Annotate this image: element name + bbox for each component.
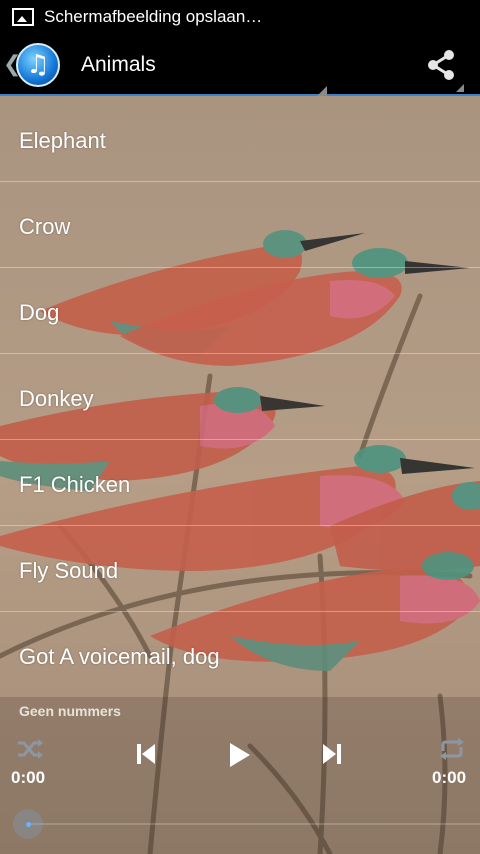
previous-icon[interactable] (136, 743, 156, 765)
share-icon[interactable] (424, 48, 458, 82)
list-item-label: Crow (19, 213, 71, 239)
list-item[interactable]: Elephant (0, 96, 480, 182)
list-item[interactable]: Crow (0, 182, 480, 268)
list-item-label: Dog (19, 299, 60, 325)
list-item-label: Donkey (19, 385, 94, 411)
music-note-icon: ♫ (26, 50, 50, 80)
repeat-icon[interactable] (438, 737, 466, 761)
list-item-label: Elephant (19, 127, 106, 153)
track-status: Geen nummers (19, 703, 121, 719)
elapsed-time: 0:00 (11, 768, 46, 787)
overflow-arrow-icon (456, 84, 464, 92)
status-bar: Schermafbeelding opslaan… (0, 0, 480, 34)
media-player: Geen nummers 0:00 0:00 (0, 697, 480, 854)
play-icon[interactable] (229, 742, 251, 768)
sound-list-area: Elephant Crow Dog Donkey F1 Chicken Fly … (0, 96, 480, 854)
list-item-label: Fly Sound (19, 557, 119, 583)
list-item[interactable]: Donkey (0, 354, 480, 440)
image-icon (12, 8, 34, 26)
total-time: 0:00 (432, 768, 467, 787)
status-notification-text: Schermafbeelding opslaan… (44, 7, 263, 26)
list-item-label: F1 Chicken (19, 471, 131, 497)
app-icon[interactable]: ♫ (16, 43, 60, 87)
shuffle-icon[interactable] (16, 737, 44, 761)
action-bar: ❮ ♫ Animals (0, 34, 480, 102)
list-item[interactable]: Dog (0, 268, 480, 354)
next-icon[interactable] (322, 743, 342, 765)
list-item-label: Got A voicemail, dog (19, 644, 220, 669)
list-item[interactable]: Got A voicemail, dog (0, 612, 480, 698)
list-item[interactable]: F1 Chicken (0, 440, 480, 526)
list-item[interactable]: Fly Sound (0, 526, 480, 612)
seek-bar[interactable] (28, 823, 480, 825)
category-spinner[interactable]: Animals (81, 53, 156, 77)
seek-thumb[interactable] (13, 809, 43, 839)
sound-list: Elephant Crow Dog Donkey F1 Chicken Fly … (0, 96, 480, 698)
